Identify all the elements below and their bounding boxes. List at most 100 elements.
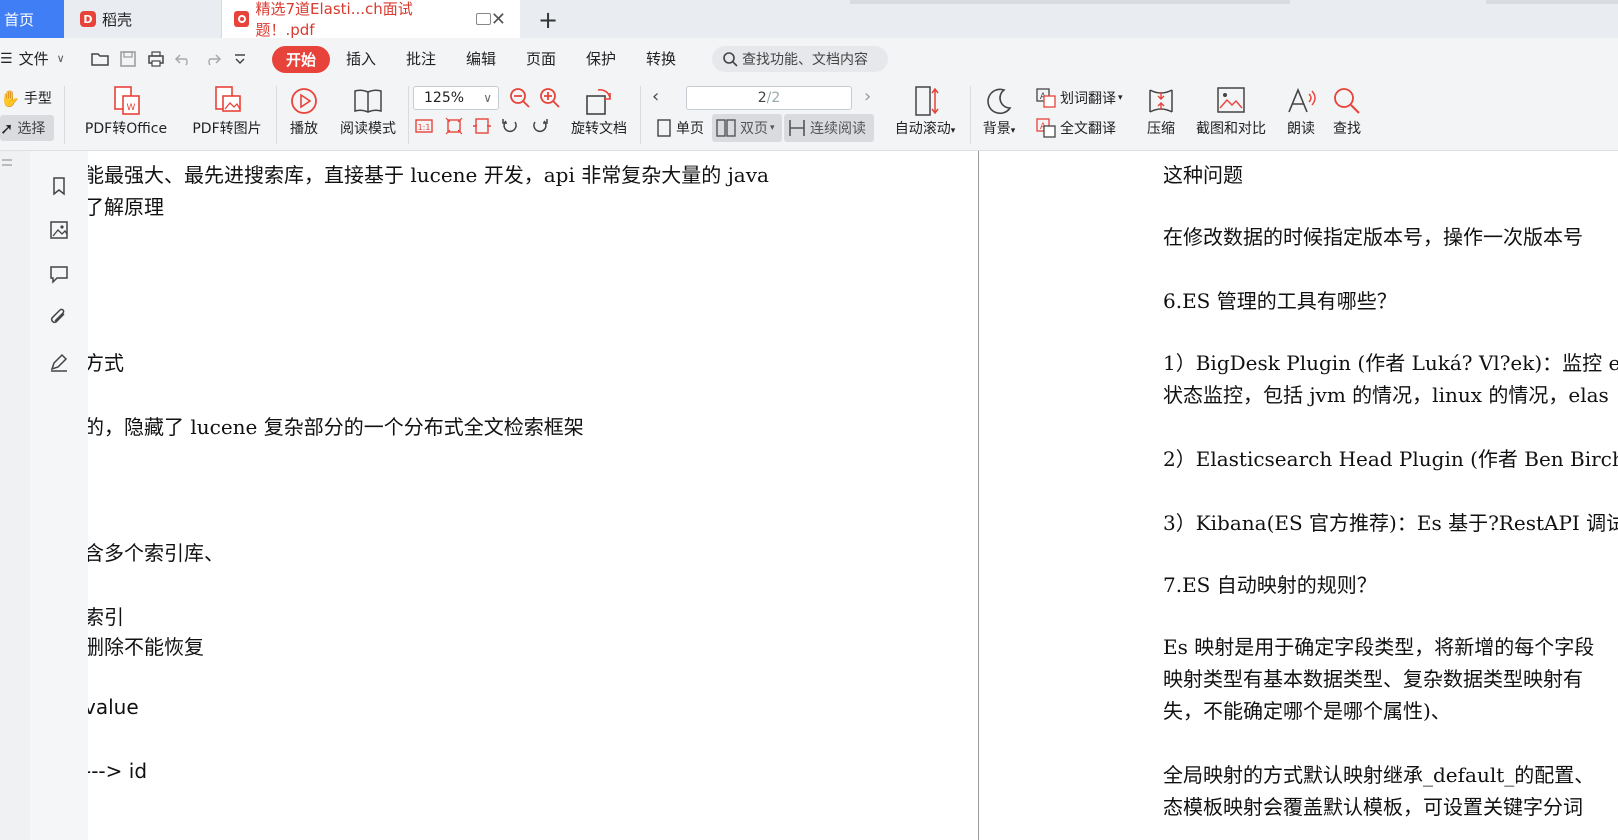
print-icon[interactable] bbox=[146, 50, 166, 68]
screenshot-compare-icon bbox=[1217, 87, 1245, 113]
window-edge bbox=[1486, 0, 1618, 4]
caret-down-icon: ▾ bbox=[1118, 93, 1123, 103]
right-page-line: 映射类型有基本数据类型、复杂数据类型映射有 bbox=[1163, 667, 1583, 691]
screenshot-compare-button[interactable]: 截图和对比 bbox=[1190, 84, 1272, 138]
single-page-button[interactable]: 单页 bbox=[656, 118, 704, 138]
double-page-button[interactable]: 双页 ▾ bbox=[716, 118, 775, 138]
tab-edit[interactable]: 编辑 bbox=[466, 48, 496, 69]
tab-pdf-label: 精选7道Elasti...ch面试题！.pdf bbox=[255, 0, 413, 39]
word-translate-button[interactable]: A 划词翻译 ▾ bbox=[1036, 88, 1123, 108]
single-page-label: 单页 bbox=[676, 121, 704, 137]
read-aloud-button[interactable]: 朗读 bbox=[1280, 84, 1322, 138]
zoom-in-icon[interactable] bbox=[538, 86, 562, 110]
play-label: 播放 bbox=[290, 121, 318, 137]
svg-text:W: W bbox=[127, 103, 136, 113]
new-tab-button[interactable]: + bbox=[538, 6, 558, 34]
compress-button[interactable]: 压缩 bbox=[1140, 84, 1182, 138]
customize-dropdown-icon[interactable] bbox=[230, 50, 250, 68]
moon-icon bbox=[987, 88, 1012, 115]
double-page-label: 双页 bbox=[740, 121, 768, 137]
full-translate-button[interactable]: A 全文翻译 bbox=[1036, 118, 1116, 138]
tab-annotate[interactable]: 批注 bbox=[406, 48, 436, 69]
pdf-to-office-button[interactable]: W PDF转Office bbox=[78, 84, 174, 138]
find-button[interactable]: 查找 bbox=[1326, 84, 1368, 138]
play-button[interactable]: 播放 bbox=[282, 84, 326, 138]
bookmark-icon[interactable] bbox=[48, 175, 70, 197]
tab-start[interactable]: 开始 bbox=[272, 46, 331, 73]
window-edge bbox=[850, 0, 1290, 4]
auto-scroll-label: 自动滚动▾ bbox=[894, 121, 956, 137]
pdf-to-office-icon: W bbox=[114, 86, 140, 115]
full-translate-icon: A bbox=[1036, 118, 1056, 138]
redo-icon[interactable] bbox=[202, 50, 222, 68]
full-translate-label: 全文翻译 bbox=[1060, 121, 1116, 137]
fit-width-icon[interactable] bbox=[472, 116, 492, 136]
left-page-line: 的，隐藏了 lucene 复杂部分的一个分布式全文检索框架 bbox=[88, 415, 584, 439]
right-page-line: 全局映射的方式默认映射继承_default_的配置、 bbox=[1163, 763, 1595, 787]
thumbnail-icon[interactable] bbox=[48, 219, 70, 241]
auto-scroll-button[interactable]: 自动滚动▾ bbox=[888, 84, 962, 138]
hamburger-icon: ☰ bbox=[0, 50, 13, 67]
double-page-icon bbox=[716, 119, 736, 137]
read-mode-label: 阅读模式 bbox=[340, 121, 396, 137]
chevron-down-icon: ∨ bbox=[56, 52, 65, 65]
zoom-out-icon[interactable] bbox=[508, 86, 532, 110]
background-label: 背景▾ bbox=[982, 121, 1016, 137]
next-page-icon[interactable]: › bbox=[864, 86, 871, 107]
function-search-box[interactable]: 查找功能、文档内容 bbox=[712, 46, 888, 72]
save-icon[interactable] bbox=[118, 50, 138, 68]
undo-icon[interactable] bbox=[174, 50, 194, 68]
actual-size-icon[interactable]: 1:1 bbox=[414, 116, 434, 136]
tab-daoke[interactable]: D 稻壳 bbox=[64, 0, 222, 38]
pdf-to-image-button[interactable]: PDF转图片 bbox=[186, 84, 268, 138]
right-page-line: 1）BigDesk Plugin (作者 Luká? Vl?ek)：监控 es … bbox=[1163, 351, 1618, 375]
tab-home[interactable]: 首页 bbox=[0, 0, 64, 38]
left-page-line: ---> id bbox=[88, 759, 148, 783]
daoke-icon: D bbox=[80, 11, 96, 27]
word-translate-icon: A bbox=[1036, 88, 1056, 108]
prev-page-icon[interactable]: ‹ bbox=[652, 86, 659, 107]
right-page-line: 3）Kibana(ES 官方推荐)：Es 基于?RestAPI 调试、 bbox=[1163, 511, 1618, 535]
page-number-input[interactable]: 2/2 bbox=[686, 86, 852, 110]
tab-insert[interactable]: 插入 bbox=[346, 48, 376, 69]
document-view: 能最强大、最先进搜索库，直接基于 lucene 开发，api 非常复杂大量的 j… bbox=[88, 151, 1618, 840]
pdf-to-image-icon bbox=[215, 86, 241, 112]
zoom-select[interactable]: 125% ∨ bbox=[413, 86, 499, 110]
signature-icon[interactable] bbox=[48, 351, 70, 373]
svg-text:1:1: 1:1 bbox=[418, 123, 431, 132]
tab-pdf-document[interactable]: 精选7道Elasti...ch面试题！.pdf ✕ bbox=[222, 0, 520, 39]
left-page-line: 方式 bbox=[88, 351, 124, 375]
file-menu[interactable]: ☰ 文件 ∨ bbox=[0, 48, 65, 69]
left-page-line: 索引 bbox=[88, 605, 124, 629]
right-page-line: Es 映射是用于确定字段类型，将新增的每个字段 bbox=[1163, 635, 1595, 659]
book-icon bbox=[354, 89, 382, 113]
hand-tool-button[interactable]: ✋ 手型 bbox=[0, 88, 52, 108]
tab-protect[interactable]: 保护 bbox=[586, 48, 616, 69]
rotate-left-icon[interactable] bbox=[500, 116, 520, 136]
attachment-icon[interactable] bbox=[48, 307, 70, 329]
right-page-line: 态模板映射会覆盖默认模板，可设置关键字分词 bbox=[1163, 795, 1583, 819]
rotate-document-button[interactable]: 旋转文档 bbox=[566, 84, 632, 138]
hand-tool-label: 手型 bbox=[23, 91, 52, 107]
left-page-line: 了解原理 bbox=[88, 195, 164, 219]
tab-convert[interactable]: 转换 bbox=[646, 48, 676, 69]
select-tool-button[interactable]: ➚ 选择 bbox=[0, 118, 45, 138]
tab-page[interactable]: 页面 bbox=[526, 48, 556, 69]
cursor-icon: ➚ bbox=[0, 118, 14, 138]
hand-icon: ✋ bbox=[0, 88, 20, 108]
background-button[interactable]: 背景▾ bbox=[976, 84, 1022, 138]
close-tab-icon[interactable]: ✕ bbox=[491, 9, 506, 30]
open-folder-icon[interactable] bbox=[90, 50, 110, 68]
monitor-icon[interactable] bbox=[476, 13, 491, 25]
single-page-icon bbox=[657, 119, 671, 137]
continuous-read-button[interactable]: 连续阅读 bbox=[788, 118, 866, 138]
right-page-line: 2）Elasticsearch Head Plugin (作者 Ben Birc… bbox=[1163, 447, 1618, 471]
side-panel bbox=[30, 151, 89, 840]
comment-icon[interactable] bbox=[48, 263, 70, 285]
read-mode-button[interactable]: 阅读模式 bbox=[332, 84, 404, 138]
right-page-line: 这种问题 bbox=[1163, 163, 1243, 187]
rotate-right-icon[interactable] bbox=[530, 116, 550, 136]
fit-page-icon[interactable] bbox=[444, 116, 464, 136]
find-icon bbox=[1334, 88, 1360, 114]
read-aloud-label: 朗读 bbox=[1287, 121, 1315, 137]
